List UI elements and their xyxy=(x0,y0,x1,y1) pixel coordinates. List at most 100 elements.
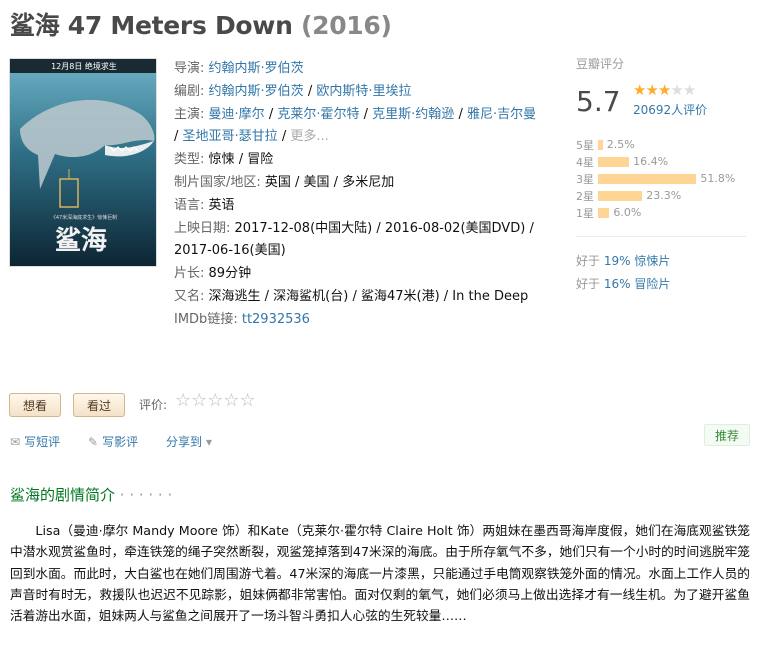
rating-breakdown: 5星 2.5% 4星 16.4% 3星 51.8% 2星 23.3% 1星 6.… xyxy=(576,136,756,221)
star-icon: ★ xyxy=(670,81,683,99)
movie-poster[interactable]: 12月8日 绝境求生 《47米深海底求生》惊悚巨制 鲨海 xyxy=(9,58,157,267)
synopsis-title: 鲨海的剧情简介 xyxy=(10,486,116,504)
rating-bar-row: 1星 6.0% xyxy=(576,204,756,221)
release-date: 2017-06-16(美国) xyxy=(174,243,286,259)
cast-link[interactable]: 克里斯·约翰逊 xyxy=(372,107,454,122)
rating-percent: 23.3% xyxy=(646,189,682,202)
rating-percent: 51.8% xyxy=(700,172,736,185)
pencil-icon: ✎ xyxy=(88,434,99,449)
aka-row: 又名: 深海逃生 / 深海鲨机(台) / 鲨海47米(港) / In the D… xyxy=(174,286,544,309)
star-level-label: 1星 xyxy=(576,206,594,220)
rating-percent: 6.0% xyxy=(613,206,642,219)
rating-bar xyxy=(598,207,610,218)
country-value: 英国 / 美国 / 多米尼加 xyxy=(264,174,395,190)
cast-link[interactable]: 圣地亚哥·瑟甘拉 xyxy=(183,129,278,144)
divider xyxy=(576,236,746,237)
rating-bar xyxy=(598,156,630,167)
cast-link[interactable]: 曼迪·摩尔 xyxy=(209,107,265,122)
rating-bar xyxy=(598,173,697,184)
share-link[interactable]: 分享到 ▾ xyxy=(166,433,212,450)
imdb-link[interactable]: tt2932536 xyxy=(242,312,310,327)
rating-bar-row: 4星 16.4% xyxy=(576,153,756,170)
country-label: 制片国家/地区: xyxy=(174,174,261,190)
better-than-row: 好于 16% 冒险片 xyxy=(576,275,756,292)
director-label: 导演: xyxy=(174,61,205,76)
star-level-label: 3星 xyxy=(576,172,594,186)
star-level-label: 5星 xyxy=(576,138,594,152)
rating-bar-row: 2星 23.3% xyxy=(576,187,756,204)
rating-percent: 2.5% xyxy=(606,138,635,151)
star-level-label: 4星 xyxy=(576,155,594,169)
genre-value: 惊悚 xyxy=(208,152,235,168)
movie-info: 导演: 约翰内斯·罗伯茨 编剧: 约翰内斯·罗伯茨 / 欧内斯特·里埃拉 主演:… xyxy=(174,58,544,332)
write-review-link[interactable]: ✎ 写影评 xyxy=(88,433,138,450)
writer-link[interactable]: 约翰内斯·罗伯茨 xyxy=(209,84,304,99)
imdb-row: IMDb链接: tt2932536 xyxy=(174,309,544,332)
rating-label: 豆瓣评分 xyxy=(576,57,625,71)
genre-row: 类型: 惊悚 / 冒险 xyxy=(174,152,274,168)
aka-value: 深海逃生 / 深海鲨机(台) / 鲨海47米(港) / In the Deep xyxy=(208,288,529,304)
language-label: 语言: xyxy=(174,197,205,213)
genre-label: 类型: xyxy=(174,152,205,168)
rating-bar-row: 3星 51.8% xyxy=(576,170,756,187)
movie-title: 鲨海 47 Meters Down xyxy=(10,11,293,40)
recommend-button[interactable]: 推荐 xyxy=(704,424,750,446)
writer-label: 编剧: xyxy=(174,83,205,99)
rate-label: 评价: xyxy=(139,398,168,412)
better-than-genre-link[interactable]: 冒险片 xyxy=(634,277,670,291)
rating-stars: ★★★★★ xyxy=(633,81,696,99)
rating-votes-link[interactable]: 20692人评价 xyxy=(633,101,707,118)
write-short-review-label: 写短评 xyxy=(24,435,61,449)
country-row: 制片国家/地区: 英国 / 美国 / 多米尼加 xyxy=(174,172,544,195)
writer-row: 编剧: 约翰内斯·罗伯茨 / 欧内斯特·里埃拉 xyxy=(174,83,412,99)
runtime-label: 片长: xyxy=(174,266,205,282)
synopsis-dots: · · · · · · xyxy=(115,486,173,504)
language-row: 语言: 英语 xyxy=(174,195,544,218)
release-row: 上映日期: 2017-12-08(中国大陆) / 2016-08-02(美国DV… xyxy=(174,220,534,259)
rating-percent: 16.4% xyxy=(633,155,669,168)
release-date: 2016-08-02(美国DVD) xyxy=(384,220,526,236)
poster-tagline: 《47米深海底求生》惊悚巨制 xyxy=(51,214,117,221)
star-icon: ★ xyxy=(657,81,671,99)
release-label: 上映日期: xyxy=(174,220,231,236)
cast-row: 主演: 曼迪·摩尔 / 克莱尔·霍尔特 / 克里斯·约翰逊 / 雅尼·吉尔曼 /… xyxy=(174,106,537,145)
chevron-down-icon: ▾ xyxy=(206,434,213,449)
synopsis-text: Lisa（曼迪·摩尔 Mandy Moore 饰）和Kate（克莱尔·霍尔特 C… xyxy=(10,523,750,624)
poster-title: 鲨海 xyxy=(55,226,107,256)
want-to-watch-button[interactable]: 想看 xyxy=(9,393,61,417)
better-than-prefix: 好于 xyxy=(576,254,601,268)
runtime-value: 89分钟 xyxy=(208,266,252,282)
cast-more-link[interactable]: 更多... xyxy=(290,129,328,144)
better-than-prefix: 好于 xyxy=(576,277,601,291)
language-value: 英语 xyxy=(208,197,235,213)
rating-score: 5.7 xyxy=(576,85,621,118)
page-title: 鲨海 47 Meters Down (2016) xyxy=(10,6,392,42)
cast-link[interactable]: 克莱尔·霍尔特 xyxy=(277,107,359,122)
rating-bar xyxy=(598,190,643,201)
director-link[interactable]: 约翰内斯·罗伯茨 xyxy=(209,61,304,76)
cast-label: 主演: xyxy=(174,106,205,122)
writer-link[interactable]: 欧内斯特·里埃拉 xyxy=(316,84,411,99)
better-than-percent[interactable]: 19% xyxy=(604,254,631,268)
write-short-review-link[interactable]: ✉ 写短评 xyxy=(10,433,60,450)
star-icon: ★ xyxy=(645,81,658,99)
imdb-label: IMDb链接: xyxy=(174,311,238,327)
director-row: 导演: 约翰内斯·罗伯茨 xyxy=(174,58,544,81)
runtime-row: 片长: 89分钟 xyxy=(174,263,544,286)
poster-image: 12月8日 绝境求生 《47米深海底求生》惊悚巨制 鲨海 xyxy=(10,59,156,266)
poster-banner: 12月8日 绝境求生 xyxy=(51,61,117,71)
write-review-label: 写影评 xyxy=(102,435,139,449)
star-icon: ★ xyxy=(682,81,696,99)
star-level-label: 2星 xyxy=(576,189,594,203)
genre-value: 冒险 xyxy=(247,152,274,168)
cast-link[interactable]: 雅尼·吉尔曼 xyxy=(467,107,536,122)
release-date: 2017-12-08(中国大陆) xyxy=(234,220,373,236)
synopsis-heading: 鲨海的剧情简介 · · · · · · xyxy=(10,484,172,505)
rating-bar xyxy=(598,139,603,150)
aka-label: 又名: xyxy=(174,288,205,304)
star-icon: ★ xyxy=(633,81,646,99)
better-than-percent[interactable]: 16% xyxy=(604,277,631,291)
rate-stars-input[interactable]: ☆☆☆☆☆ xyxy=(175,390,256,411)
better-than-genre-link[interactable]: 惊悚片 xyxy=(634,254,670,268)
watched-button[interactable]: 看过 xyxy=(73,393,125,417)
